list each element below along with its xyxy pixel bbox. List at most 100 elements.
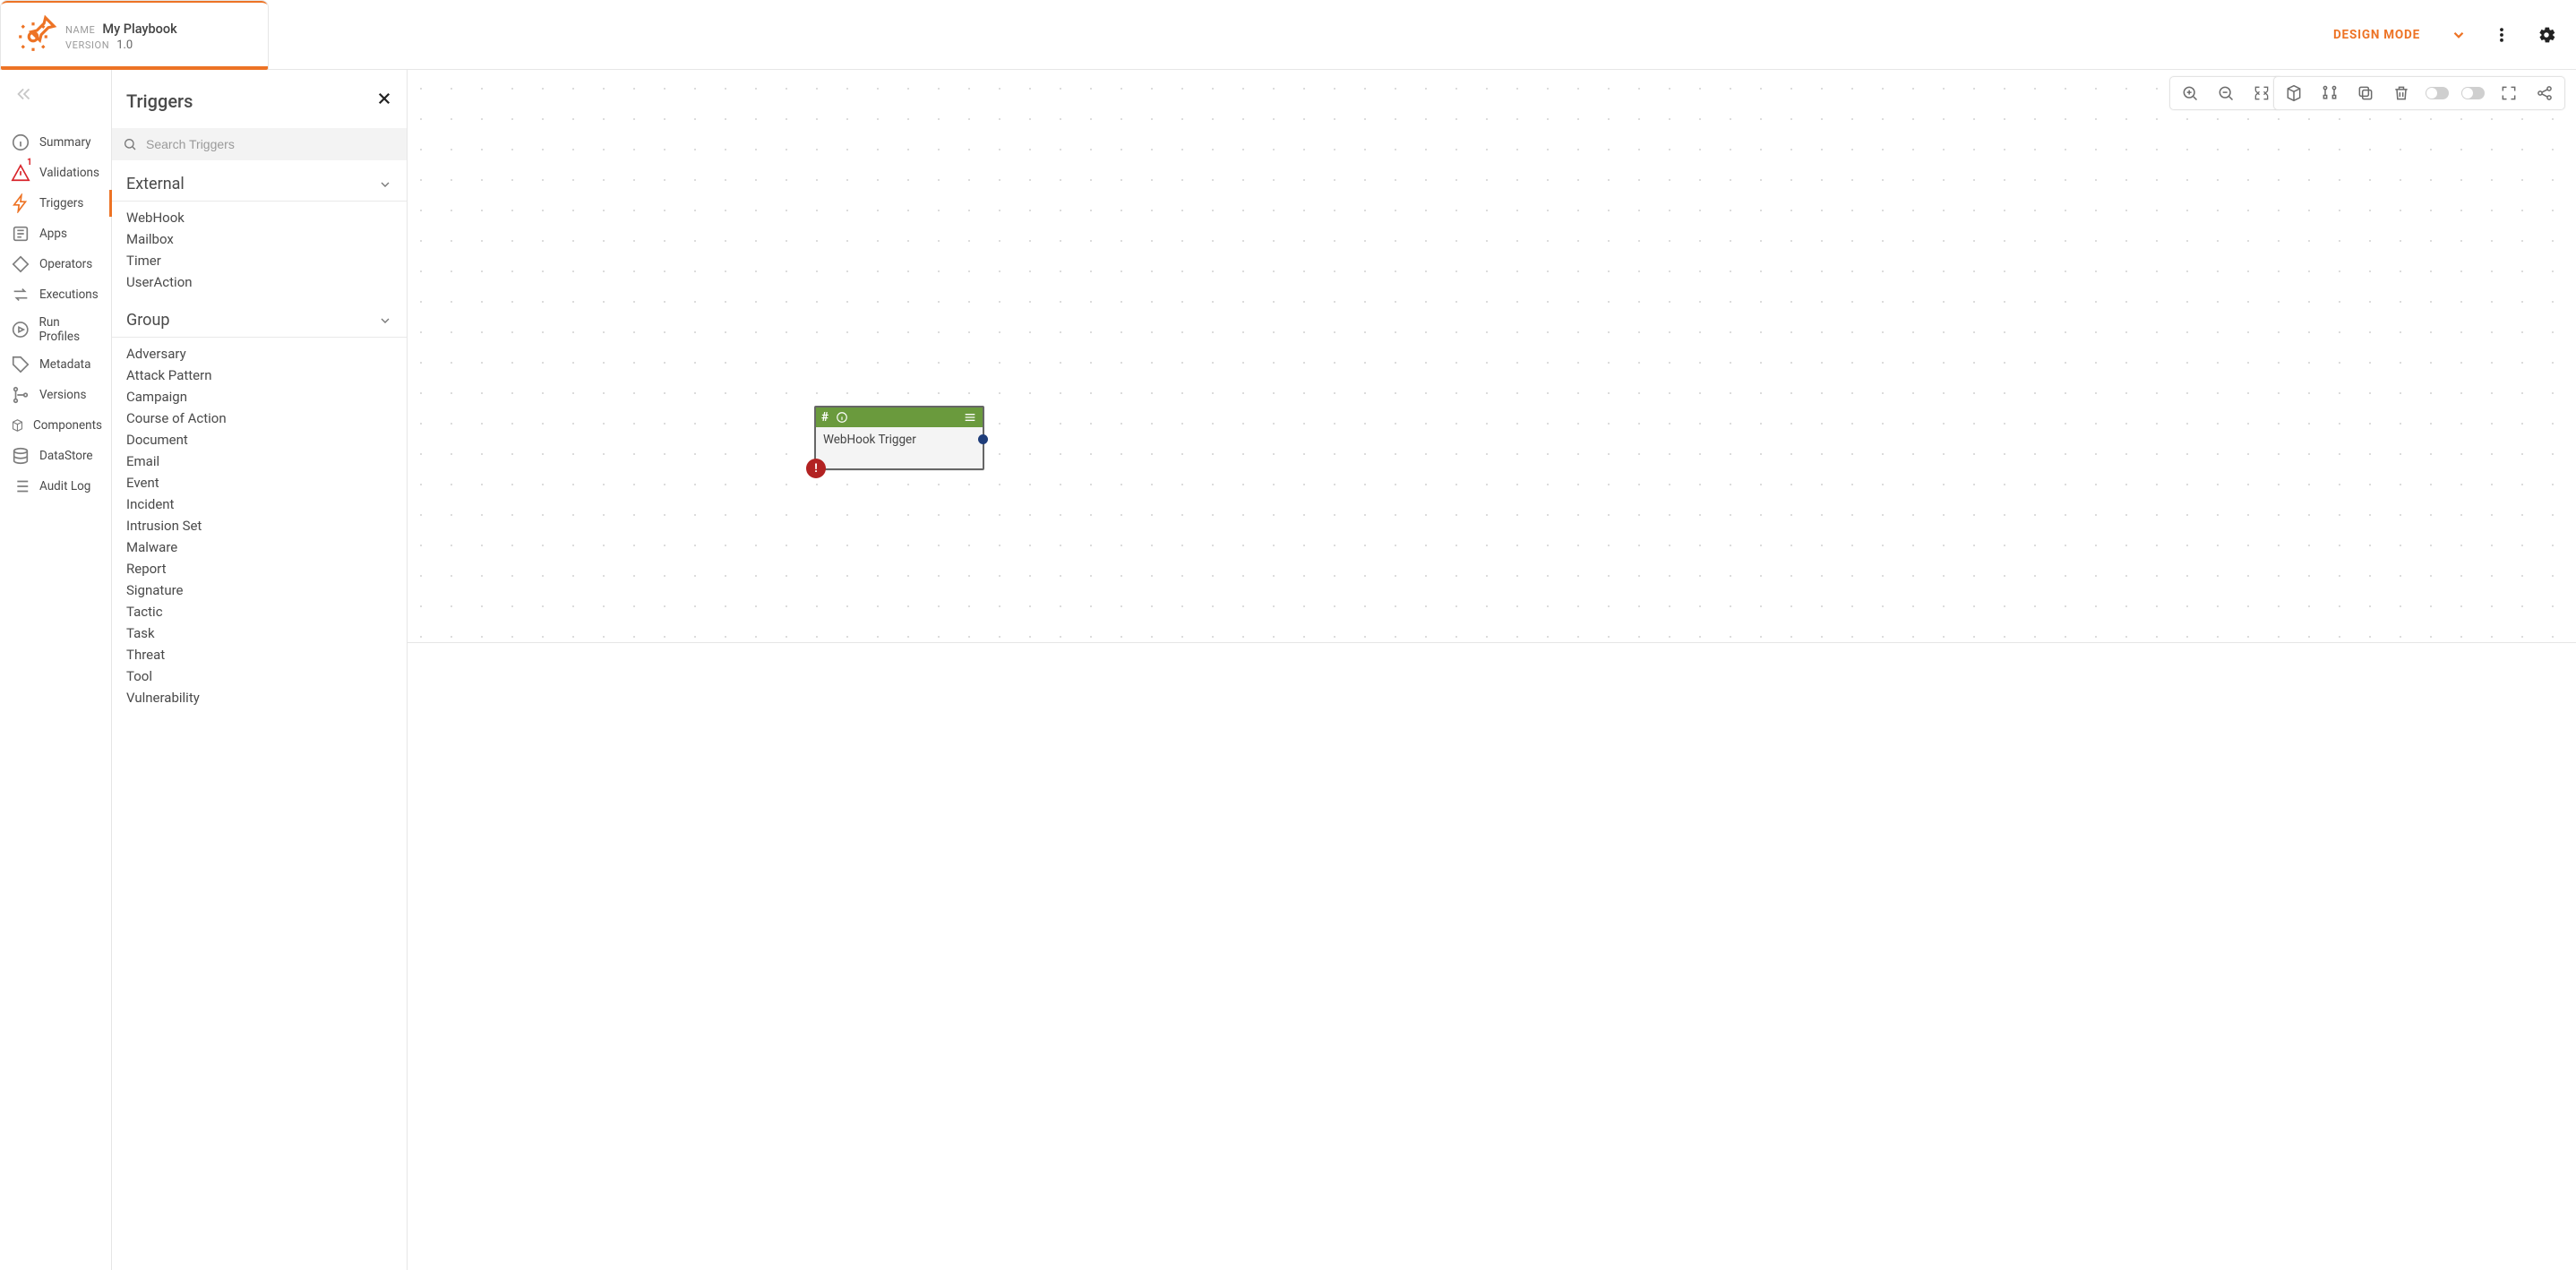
branch-icon xyxy=(11,385,30,405)
node-output-port[interactable] xyxy=(978,434,988,444)
delete-button[interactable] xyxy=(2383,79,2419,107)
database-icon xyxy=(11,446,30,466)
settings-button[interactable] xyxy=(2537,25,2556,45)
share-button[interactable] xyxy=(2527,79,2563,107)
playbook-meta: NAMEMy Playbook VERSION1.0 xyxy=(65,21,177,52)
share-icon xyxy=(2536,84,2554,102)
trigger-item[interactable]: WebHook xyxy=(126,207,407,228)
nav-item-label: Operators xyxy=(39,257,92,271)
hash-icon: # xyxy=(821,410,829,425)
toggle-a-button[interactable] xyxy=(2419,79,2455,107)
trigger-item[interactable]: Campaign xyxy=(126,386,407,408)
trigger-item[interactable]: Signature xyxy=(126,579,407,601)
nav-item-components[interactable]: Components xyxy=(0,410,111,441)
cube-button[interactable] xyxy=(2276,79,2312,107)
group-items-external: WebHookMailboxTimerUserAction xyxy=(112,202,407,298)
menu-icon[interactable] xyxy=(963,410,977,425)
nav-item-validations[interactable]: 1Validations xyxy=(0,158,111,188)
trigger-item[interactable]: Timer xyxy=(126,250,407,271)
group-title: External xyxy=(126,175,185,193)
canvas-toolbar xyxy=(2273,76,2565,110)
trigger-item[interactable]: Threat xyxy=(126,644,407,665)
mode-button[interactable]: DESIGN MODE xyxy=(2333,27,2467,43)
group-header-group[interactable]: Group xyxy=(112,298,407,338)
nav-item-label: Summary xyxy=(39,135,91,150)
nav-item-summary[interactable]: Summary xyxy=(0,127,111,158)
trash-icon xyxy=(2392,84,2410,102)
playbook-tab[interactable]: NAMEMy Playbook VERSION1.0 xyxy=(0,0,269,69)
search-row xyxy=(112,128,407,160)
expand-icon xyxy=(2253,84,2271,102)
zoom-in-icon xyxy=(2181,84,2199,102)
nav-item-label: Metadata xyxy=(39,357,90,372)
app-body: Summary 1ValidationsTriggers Apps Operators… xyxy=(0,70,2576,1270)
bolt-icon xyxy=(11,193,30,213)
toggle-b-button[interactable] xyxy=(2455,79,2491,107)
canvas-wrap: # WebHook Trigger ! xyxy=(408,70,2576,1270)
nav-item-label: Executions xyxy=(39,287,99,302)
node-header[interactable]: # xyxy=(816,408,983,427)
trigger-item[interactable]: Intrusion Set xyxy=(126,515,407,536)
nav-item-label: Apps xyxy=(39,227,67,241)
fullscreen-button[interactable] xyxy=(2491,79,2527,107)
nav-item-label: DataStore xyxy=(39,449,93,463)
left-nav: Summary 1ValidationsTriggers Apps Operators… xyxy=(0,70,112,1270)
chevron-double-left-icon xyxy=(14,84,34,104)
trigger-item[interactable]: Report xyxy=(126,558,407,579)
nav-item-versions[interactable]: Versions xyxy=(0,380,111,410)
triggers-panel: Triggers ExternalWebHookMailboxTimerUser… xyxy=(112,70,408,1270)
copy-button[interactable] xyxy=(2348,79,2383,107)
nav-item-triggers[interactable]: Triggers xyxy=(0,188,111,219)
align-button[interactable] xyxy=(2312,79,2348,107)
canvas-layer[interactable]: # WebHook Trigger ! xyxy=(408,70,2576,1270)
app-header: NAMEMy Playbook VERSION1.0 DESIGN MODE xyxy=(0,0,2576,70)
trigger-item[interactable]: Document xyxy=(126,429,407,451)
nav-item-label: Validations xyxy=(39,166,99,180)
search-input[interactable] xyxy=(144,136,396,152)
webhook-trigger-node[interactable]: # WebHook Trigger ! xyxy=(814,406,984,470)
close-panel-button[interactable] xyxy=(376,90,392,112)
trigger-item[interactable]: Email xyxy=(126,451,407,472)
nav-item-executions[interactable]: Executions xyxy=(0,279,111,310)
nav-item-datastore[interactable]: DataStore xyxy=(0,441,111,471)
more-menu-button[interactable] xyxy=(2492,25,2512,45)
apps-icon xyxy=(11,224,30,244)
trigger-item[interactable]: Mailbox xyxy=(126,228,407,250)
trigger-item[interactable]: Event xyxy=(126,472,407,493)
playbook-gear-icon xyxy=(13,17,53,56)
group-header-external[interactable]: External xyxy=(112,162,407,202)
nav-item-operators[interactable]: Operators xyxy=(0,249,111,279)
chevron-down-icon xyxy=(378,313,392,328)
trigger-item[interactable]: Adversary xyxy=(126,343,407,365)
trigger-item[interactable]: Course of Action xyxy=(126,408,407,429)
diamond-icon xyxy=(11,254,30,274)
trigger-item[interactable]: Task xyxy=(126,622,407,644)
trigger-item[interactable]: Attack Pattern xyxy=(126,365,407,386)
node-error-badge[interactable]: ! xyxy=(806,459,826,478)
nav-item-run-profiles[interactable]: Run Profiles xyxy=(0,310,111,349)
trigger-item[interactable]: Tactic xyxy=(126,601,407,622)
playbook-version: 1.0 xyxy=(116,39,133,52)
nav-item-label: Run Profiles xyxy=(39,315,103,344)
nav-item-metadata[interactable]: Metadata xyxy=(0,349,111,380)
nodes-icon xyxy=(2321,84,2339,102)
trigger-item[interactable]: Incident xyxy=(126,493,407,515)
trigger-item[interactable]: Tool xyxy=(126,665,407,687)
version-label: VERSION xyxy=(65,39,109,51)
trigger-item[interactable]: Malware xyxy=(126,536,407,558)
info-circle-icon xyxy=(11,133,30,152)
trigger-item[interactable]: UserAction xyxy=(126,271,407,293)
toggle-pill-icon xyxy=(2461,87,2485,99)
list-icon xyxy=(11,476,30,496)
zoom-in-button[interactable] xyxy=(2172,79,2208,107)
play-circle-icon xyxy=(11,320,30,339)
zoom-out-button[interactable] xyxy=(2208,79,2244,107)
nav-item-audit-log[interactable]: Audit Log xyxy=(0,471,111,502)
group-title: Group xyxy=(126,311,169,330)
trigger-item[interactable]: Vulnerability xyxy=(126,687,407,708)
collapse-nav-button[interactable] xyxy=(0,81,48,111)
nav-item-apps[interactable]: Apps xyxy=(0,219,111,249)
group-items-group: AdversaryAttack PatternCampaignCourse of… xyxy=(112,338,407,714)
playbook-name: My Playbook xyxy=(102,21,176,37)
chevron-down-icon xyxy=(378,177,392,192)
